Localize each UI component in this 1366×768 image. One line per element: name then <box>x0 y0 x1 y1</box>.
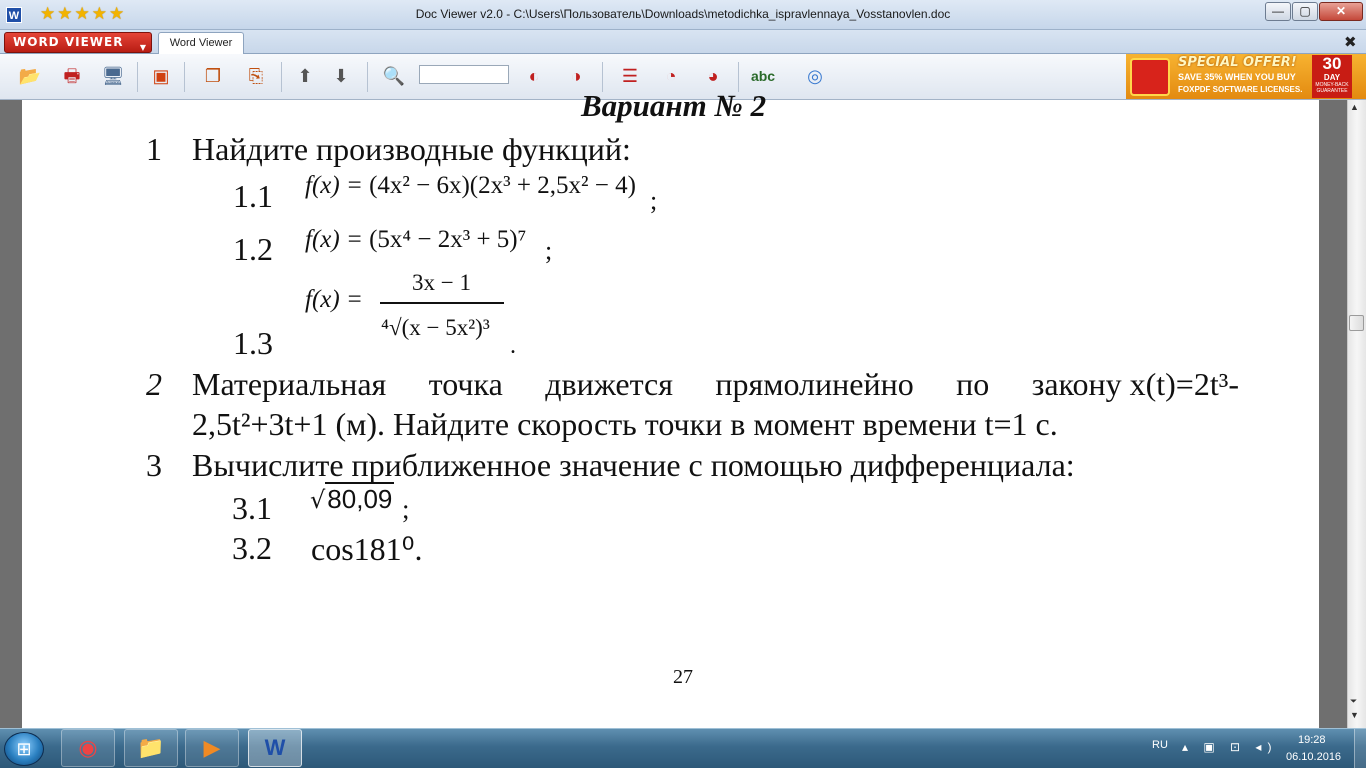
ad-line3: FOXPDF SOFTWARE LICENSES. <box>1178 85 1303 94</box>
question-2-line-2: 2,5t²+3t+1 (м). Найдите скорость точки в… <box>192 406 1058 442</box>
title-bar: W ★★★★★ Doc Viewer v2.0 - C:\Users\Польз… <box>0 0 1366 30</box>
explorer-icon[interactable]: 📁 <box>124 729 178 767</box>
guarantee-day-label: DAY <box>1323 73 1341 82</box>
question-2-number: 2 <box>146 366 162 402</box>
vertical-scrollbar[interactable] <box>1347 100 1366 728</box>
special-offer-banner[interactable]: SPECIAL OFFER! SAVE 35% WHEN YOU BUY FOX… <box>1126 54 1366 99</box>
question-1-text: Найдите производные функций: <box>192 131 631 167</box>
word: по <box>956 366 990 402</box>
find-next-icon[interactable]: ◑ <box>562 62 590 90</box>
formula-1-2-end: ; <box>545 236 553 265</box>
ad-line2: SAVE 35% WHEN YOU BUY <box>1178 72 1296 82</box>
formula-1-3-lhs: f(x) = <box>305 286 363 314</box>
item-3-1-number: 3.1 <box>232 490 272 526</box>
formula-1-1: f(x) = (4x² − 6x)(2x³ + 2,5x² − 4) <box>305 172 636 200</box>
copy-page-icon[interactable]: ❐ <box>199 62 227 90</box>
question-3-number: 3 <box>146 447 162 483</box>
question-2-line-1: Материальная точка движется прямолинейно… <box>192 366 1239 403</box>
screen-icon[interactable]: 🖥 <box>99 62 127 90</box>
chrome-icon[interactable]: ◉ <box>61 729 115 767</box>
question-1-number: 1 <box>146 131 162 167</box>
formula-3-1: √80,09 <box>310 482 395 515</box>
formula-1-2: f(x) = (5x⁴ − 2x³ + 5)⁷ <box>305 226 526 254</box>
export-icon[interactable]: ⎘ <box>242 62 270 90</box>
formula-lhs: f(x) = <box>305 286 363 313</box>
variant-heading: Вариант № 2 <box>581 88 767 123</box>
word: точка <box>428 366 503 402</box>
formula-lhs: f(x) = <box>305 172 370 199</box>
sqrt-sign: √ <box>310 486 326 514</box>
close-document-icon[interactable]: ✖ <box>1344 33 1357 51</box>
item-1-1-number: 1.1 <box>233 178 273 214</box>
clock-time[interactable]: 19:28 <box>1298 734 1326 746</box>
scroll-page-down-icon[interactable]: ⏷ <box>1350 696 1357 707</box>
fraction-bar <box>380 302 504 304</box>
show-desktop-button[interactable] <box>1354 729 1366 768</box>
word: закону x(t)=2t³- <box>1031 366 1239 402</box>
spellcheck-icon[interactable]: abc <box>749 62 777 90</box>
globe-icon[interactable]: ◎ <box>801 62 829 90</box>
formula-rhs: (5x⁴ − 2x³ + 5)⁷ <box>369 226 527 253</box>
ad-headline: SPECIAL OFFER! <box>1178 55 1297 70</box>
formula-3-2: cos181⁰. <box>311 531 423 567</box>
word: Материальная <box>192 366 387 402</box>
item-3-2-number: 3.2 <box>232 530 272 566</box>
question-3-text: Вычислите приближенное значение с помощь… <box>192 447 1075 483</box>
word-viewer-icon[interactable]: W <box>248 729 302 767</box>
gutter <box>1322 100 1344 728</box>
guarantee-badge: 30 DAY MONEY-BACK GUARANTEE <box>1312 55 1352 98</box>
formula-1-3-end: . <box>510 333 516 359</box>
word: прямолинейно <box>715 366 914 402</box>
image-icon[interactable]: ▣ <box>147 62 175 90</box>
word-viewer-menu-button[interactable]: Word Viewer ▼ <box>4 32 152 53</box>
scroll-up-icon[interactable]: ▲ <box>1350 102 1359 112</box>
page-setup-icon[interactable]: ☰ <box>616 62 644 90</box>
item-1-2-number: 1.2 <box>233 231 273 267</box>
scroll-down-icon[interactable]: ▼ <box>1350 710 1359 720</box>
language-indicator[interactable]: RU <box>1152 739 1168 751</box>
folder-open-icon[interactable]: 📂 <box>16 62 44 90</box>
formula-1-1-end: ; <box>650 186 658 215</box>
arrow-down-icon[interactable]: ⬇ <box>327 62 355 90</box>
zoom-icon[interactable]: ◕ <box>699 62 727 90</box>
formula-rhs: (4x² − 6x)(2x³ + 2,5x² − 4) <box>369 172 636 199</box>
formula-1-3-numerator: 3x − 1 <box>412 270 471 295</box>
minimize-button[interactable]: — <box>1265 2 1291 21</box>
media-player-icon[interactable]: ▶ <box>185 729 239 767</box>
guarantee-days: 30 <box>1322 54 1342 73</box>
tab-strip: Word Viewer ▼ Word Viewer <box>0 30 1366 54</box>
maximize-button[interactable]: ▢ <box>1292 2 1318 21</box>
word: движется <box>545 366 673 402</box>
brand-label: Word Viewer <box>13 35 124 49</box>
windows-orb-icon[interactable]: ⊞ <box>4 732 44 766</box>
formula-1-3-denominator: ⁴√(x − 5x²)³ <box>381 315 490 340</box>
close-button[interactable]: ✕ <box>1319 2 1363 21</box>
print-icon[interactable]: 🖶 <box>58 62 86 90</box>
guarantee-text: MONEY-BACK GUARANTEE <box>1315 82 1349 94</box>
item-1-3-number: 1.3 <box>233 325 273 361</box>
find-icon[interactable]: ◐ <box>520 62 548 90</box>
print-preview-icon[interactable]: ◔ <box>657 62 685 90</box>
scroll-thumb[interactable] <box>1349 315 1364 331</box>
tab-document[interactable]: Word Viewer <box>158 32 244 54</box>
tray-icons[interactable]: ▴ ▣ ⊡ ◂) <box>1182 740 1277 754</box>
page-number: 27 <box>673 666 693 688</box>
formula-3-1-end: ; <box>402 494 410 524</box>
clock-date[interactable]: 06.10.2016 <box>1286 751 1341 763</box>
arrow-up-icon[interactable]: ⬆ <box>291 62 319 90</box>
search-input[interactable] <box>419 65 509 84</box>
magnifier-icon[interactable]: 🔍 <box>380 62 408 90</box>
sqrt-value: 80,09 <box>325 482 395 514</box>
gift-icon <box>1130 58 1170 96</box>
formula-lhs: f(x) = <box>305 226 370 253</box>
window-title: Doc Viewer v2.0 - C:\Users\Пользователь\… <box>415 7 951 21</box>
